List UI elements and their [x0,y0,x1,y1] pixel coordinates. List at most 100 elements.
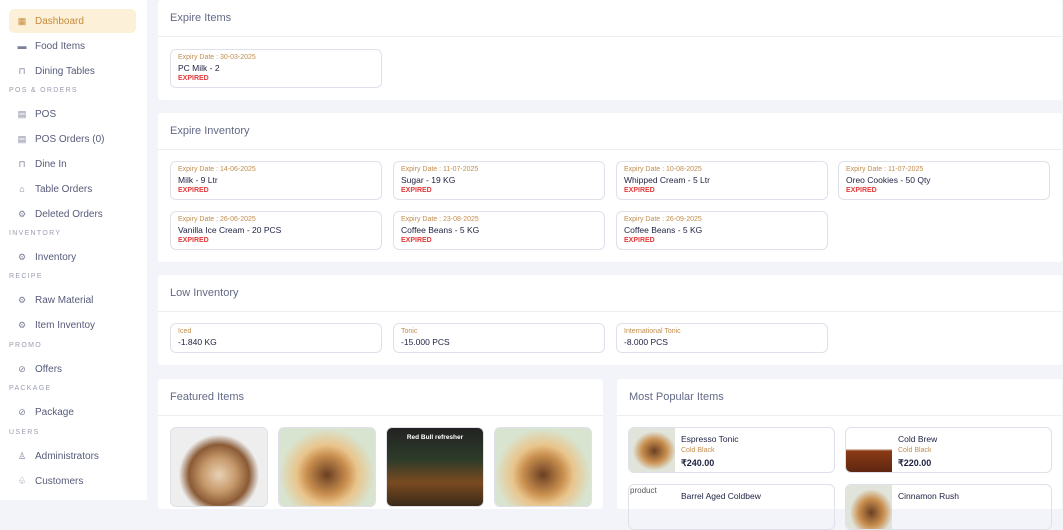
label: Dashboard [35,15,84,27]
sidebar-item-deleted-orders[interactable]: ⚙ Deleted Orders [9,202,136,226]
pos-icon: ▤ [17,108,27,119]
orders-icon: ▤ [17,133,27,144]
item-qty: -15.000 PCS [401,337,450,347]
status-badge: EXPIRED [178,75,209,82]
item-qty: -8.000 PCS [624,337,668,347]
expire-inventory-card: Expire Inventory Expiry Date : 14-06-202… [158,113,1062,262]
item-price: ₹240.00 [681,458,715,468]
sidebar-item-pos[interactable]: ▤ POS [9,102,136,126]
sidebar-item-table-orders[interactable]: ⌂ Table Orders [9,177,136,201]
popular-item[interactable]: Espresso Tonic Cold Black ₹240.00 [628,427,835,473]
sidebar-item-raw-material[interactable]: ⚙ Raw Material [9,288,136,312]
sidebar-item-package[interactable]: ⊘ Package [9,400,136,424]
item-name: Tonic [401,328,418,335]
expiry-date: Expiry Date : 14-06-2025 [178,166,256,173]
image-caption: Red Bull refresher [406,434,464,441]
label: Dining Tables [35,65,95,77]
status-badge: EXPIRED [624,187,655,194]
product-image [629,428,675,472]
expire-inventory-item: Expiry Date : 10-08-2025 Whipped Cream - … [616,161,828,200]
label: Package [35,406,74,418]
featured-item-image[interactable] [494,427,592,507]
low-inventory-item: Tonic -15.000 PCS [393,323,605,353]
sidebar-item-item-inventory[interactable]: ⚙ Item Inventoy [9,313,136,337]
item-name: Milk - 9 Ltr [178,175,218,185]
expire-inventory-item: Expiry Date : 14-06-2025 Milk - 9 Ltr EXPI… [170,161,382,200]
section-pos-orders: POS & ORDERS [9,87,78,94]
label: Item Inventoy [35,319,96,331]
low-inventory-item: Iced -1.840 KG [170,323,382,353]
item-name: Coffee Beans - 5 KG [401,225,480,235]
expiry-date: Expiry Date : 10-08-2025 [624,166,702,173]
expiry-date: Expiry Date : 26-09-2025 [624,216,702,223]
expire-item: Expiry Date : 30-03-2025 PC Milk - 2 EXPIR… [170,49,382,88]
package-icon: ⊘ [18,406,26,417]
item-category: Cold Black [681,447,715,454]
label: Food Items [35,40,86,52]
expiry-date: Expiry Date : 11-07-2025 [846,166,924,173]
product-image [846,485,892,529]
product-image [846,428,892,472]
featured-items-card: Featured Items Red Bull refresher [158,379,603,509]
item-qty: -1.840 KG [178,337,217,347]
featured-item-image[interactable] [278,427,376,507]
sidebar-item-pos-orders[interactable]: ▤ POS Orders (0) [9,127,136,151]
popular-items-card: Most Popular Items Espresso Tonic Cold Bl… [617,379,1062,530]
section-recipe: RECIPE [9,273,43,280]
sidebar: ▦ Dashboard ▬ Food Items ⊓ Dining Tables PO… [0,0,147,500]
sidebar-item-food-items[interactable]: ▬ Food Items [9,34,136,58]
sidebar-item-inventory[interactable]: ⚙ Inventory [9,245,136,269]
item-name: Whipped Cream - 5 Ltr [624,175,710,185]
status-badge: EXPIRED [178,237,209,244]
food-icon: ▬ [17,41,27,51]
item-name: Iced [178,328,192,335]
product-image-broken: product [630,486,657,495]
item-name: Espresso Tonic [681,434,739,444]
user-icon: ♙ [17,450,27,461]
label: Inventory [35,251,77,263]
section-users: USERS [9,429,40,436]
expiry-date: Expiry Date : 11-07-2025 [401,166,479,173]
status-badge: EXPIRED [624,237,655,244]
item-name: PC Milk - 2 [178,63,220,73]
gear-icon: ⚙ [17,251,27,262]
label: Table Orders [35,183,93,195]
low-inventory-item: International Tonic -8.000 PCS [616,323,828,353]
item-name: Cold Brew [898,434,938,444]
sidebar-item-customers[interactable]: ♧ Customers [9,469,136,493]
users-icon: ♧ [17,475,27,486]
featured-item-image[interactable] [170,427,268,507]
card-title: Expire Items [158,0,1062,37]
label: POS [35,108,57,120]
expiry-date: Expiry Date : 23-08-2025 [401,216,479,223]
popular-item[interactable]: product Barrel Aged Coldbew [628,484,835,530]
status-badge: EXPIRED [178,187,209,194]
sidebar-item-dining-tables[interactable]: ⊓ Dining Tables [9,59,136,83]
sidebar-item-dashboard[interactable]: ▦ Dashboard [9,9,136,33]
popular-item[interactable]: Cinnamon Rush [845,484,1052,530]
item-name: Vanilla Ice Cream - 20 PCS [178,225,282,235]
expire-inventory-item: Expiry Date : 11-07-2025 Sugar - 19 KG EXP… [393,161,605,200]
sidebar-item-administrators[interactable]: ♙ Administrators [9,444,136,468]
expire-inventory-item: Expiry Date : 26-06-2025 Vanilla Ice Crea… [170,211,382,250]
label: Deleted Orders [35,208,103,220]
item-name: International Tonic [624,328,681,335]
item-name: Coffee Beans - 5 KG [624,225,703,235]
sidebar-item-offers[interactable]: ⊘ Offers [9,357,136,381]
gear-icon: ⚙ [17,208,27,219]
sidebar-item-dine-in[interactable]: ⊓ Dine In [9,152,136,176]
card-title: Expire Inventory [158,113,1062,150]
expire-inventory-item: Expiry Date : 26-09-2025 Coffee Beans - 5… [616,211,828,250]
dashboard-icon: ▦ [17,15,27,26]
expiry-date: Expiry Date : 26-06-2025 [178,216,256,223]
gear-icon: ⚙ [17,319,27,330]
label: POS Orders (0) [35,133,105,145]
offer-icon: ⊘ [18,363,26,374]
low-inventory-card: Low Inventory Iced -1.840 KG Tonic -15.000… [158,275,1062,365]
section-promo: PROMO [9,342,42,349]
popular-item[interactable]: Cold Brew Cold Black ₹220.00 [845,427,1052,473]
item-name: Sugar - 19 KG [401,175,456,185]
card-title: Featured Items [158,379,603,416]
label: Administrators [35,450,99,462]
featured-item-image[interactable]: Red Bull refresher [386,427,484,507]
